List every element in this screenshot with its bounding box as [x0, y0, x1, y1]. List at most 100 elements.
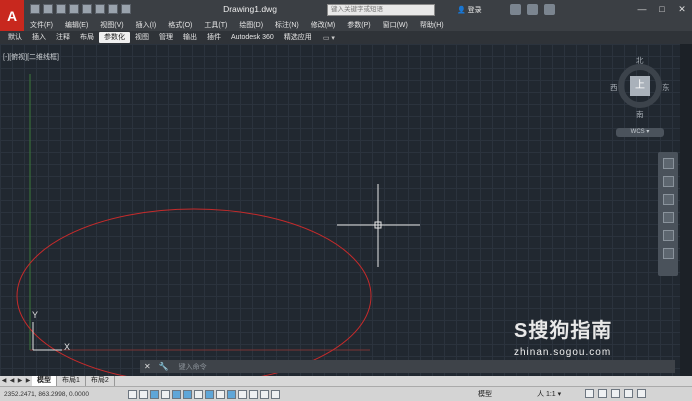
3d-object-snap-icon[interactable] — [194, 389, 203, 399]
viewcube[interactable]: 北 南 西 东 上 — [610, 54, 670, 119]
drafting-toggles — [128, 389, 280, 399]
last-tab-icon[interactable]: ▶ — [24, 377, 32, 385]
compass-east[interactable]: 东 — [662, 82, 670, 93]
ortho-mode-icon[interactable] — [161, 389, 170, 399]
tab-autodesk-360[interactable]: Autodesk 360 — [226, 32, 279, 43]
compass-north[interactable]: 北 — [636, 55, 644, 66]
tab-addins[interactable]: 插件 — [202, 32, 226, 43]
annotation-scale[interactable]: 人 1:1 ▾ — [537, 389, 561, 399]
transparency-icon[interactable] — [249, 389, 258, 399]
nav-bar-menu-icon[interactable] — [662, 248, 674, 259]
prev-tab-icon[interactable]: ◀ — [8, 377, 16, 385]
tab-parametric[interactable]: 参数化 — [99, 32, 130, 43]
dynamic-input-icon[interactable] — [227, 389, 236, 399]
infer-constraints-icon[interactable] — [128, 389, 137, 399]
menu-draw[interactable]: 绘图(D) — [233, 20, 269, 31]
tab-layout1[interactable]: 布局1 — [57, 376, 86, 386]
drawing-canvas[interactable]: [-][俯视][二维线框] Y X 北 南 西 东 上 WCS ▾ S搜狗指南 … — [0, 44, 692, 376]
title-toolbar — [510, 4, 555, 15]
ucs-x-label: X — [64, 342, 71, 352]
pan-icon[interactable] — [662, 176, 674, 187]
compass-south[interactable]: 南 — [636, 109, 644, 120]
save-as-icon[interactable] — [69, 4, 79, 14]
lock-icon[interactable] — [598, 389, 607, 398]
object-snap-icon[interactable] — [183, 389, 192, 399]
autocad-window: Drawing1.dwg 键入关键字或短语 👤 登录 — □ ✕ A 文件(F)… — [0, 0, 692, 401]
menu-file[interactable]: 文件(F) — [24, 20, 59, 31]
qat-more-icon[interactable] — [121, 4, 131, 14]
snap-mode-icon[interactable] — [139, 389, 148, 399]
selection-cycling-icon[interactable] — [271, 389, 280, 399]
search-input[interactable]: 键入关键字或短语 — [327, 4, 435, 16]
compass-west[interactable]: 西 — [610, 82, 618, 93]
menu-view[interactable]: 视图(V) — [94, 20, 129, 31]
user-icon: 👤 — [457, 7, 468, 14]
zoom-icon[interactable] — [662, 194, 674, 205]
steering-wheel-icon[interactable] — [662, 158, 674, 169]
model-space-button[interactable]: 模型 — [478, 389, 492, 399]
undo-icon[interactable] — [95, 4, 105, 14]
menu-window[interactable]: 窗口(W) — [377, 20, 414, 31]
menu-tools[interactable]: 工具(T) — [198, 20, 233, 31]
menu-dimension[interactable]: 标注(N) — [269, 20, 305, 31]
tab-output[interactable]: 输出 — [178, 32, 202, 43]
menu-edit[interactable]: 编辑(E) — [59, 20, 94, 31]
menu-insert[interactable]: 插入(I) — [130, 20, 163, 31]
coordinates-readout[interactable]: 2352.2471, 863.2998, 0.0000 — [0, 391, 128, 398]
tab-layout[interactable]: 布局 — [75, 32, 99, 43]
save-icon[interactable] — [56, 4, 66, 14]
menu-help[interactable]: 帮助(H) — [414, 20, 450, 31]
document-title: Drawing1.dwg — [223, 4, 277, 14]
menu-parametric[interactable]: 参数(P) — [341, 20, 376, 31]
close-button[interactable]: ✕ — [672, 0, 692, 18]
object-snap-tracking-icon[interactable] — [205, 389, 214, 399]
menu-format[interactable]: 格式(O) — [162, 20, 198, 31]
customize-command-icon[interactable]: 🔧 — [155, 362, 173, 371]
orbit-icon[interactable] — [662, 212, 674, 223]
close-command-icon[interactable]: ✕ — [140, 362, 155, 371]
quick-properties-icon[interactable] — [260, 389, 269, 399]
tab-default[interactable]: 默认 — [3, 32, 27, 43]
tab-view[interactable]: 视图 — [130, 32, 154, 43]
showmotion-icon[interactable] — [662, 230, 674, 241]
grid-display-icon[interactable] — [150, 389, 159, 399]
viewcube-top-face[interactable]: 上 — [630, 76, 650, 96]
dynamic-ucs-icon[interactable] — [216, 389, 225, 399]
application-menu-button[interactable]: A — [0, 0, 24, 31]
tab-model[interactable]: 模型 — [32, 376, 57, 386]
menu-bar: 文件(F) 编辑(E) 视图(V) 插入(I) 格式(O) 工具(T) 绘图(D… — [24, 20, 692, 31]
login-button[interactable]: 👤 登录 — [457, 5, 482, 15]
status-tray — [585, 389, 646, 398]
lineweight-icon[interactable] — [238, 389, 247, 399]
command-input[interactable]: 键入命令 — [173, 362, 207, 372]
ellipse-shape[interactable] — [16, 208, 372, 376]
new-file-icon[interactable] — [30, 4, 40, 14]
tab-manage[interactable]: 管理 — [154, 32, 178, 43]
print-icon[interactable] — [82, 4, 92, 14]
clean-screen-icon[interactable] — [637, 389, 646, 398]
ribbon-options-dropdown[interactable]: ▭ ▾ — [317, 34, 341, 42]
quick-access-toolbar — [30, 4, 131, 14]
exchange-icon[interactable] — [510, 4, 521, 15]
wcs-dropdown[interactable]: WCS ▾ — [616, 128, 664, 137]
help-icon[interactable] — [544, 4, 555, 15]
first-tab-icon[interactable]: ◀ — [0, 377, 8, 385]
isolate-objects-icon[interactable] — [624, 389, 633, 398]
minimize-button[interactable]: — — [632, 0, 652, 18]
next-tab-icon[interactable]: ▶ — [16, 377, 24, 385]
tab-annotate[interactable]: 注释 — [51, 32, 75, 43]
layout-tabs: ◀ ◀ ▶ ▶ 模型 布局1 布局2 — [0, 376, 692, 386]
workspace-icon[interactable] — [585, 389, 594, 398]
menu-modify[interactable]: 修改(M) — [305, 20, 342, 31]
open-file-icon[interactable] — [43, 4, 53, 14]
tab-layout2[interactable]: 布局2 — [86, 376, 115, 386]
redo-icon[interactable] — [108, 4, 118, 14]
tab-insert[interactable]: 插入 — [27, 32, 51, 43]
maximize-button[interactable]: □ — [652, 0, 672, 18]
tab-featured-apps[interactable]: 精选应用 — [279, 32, 317, 43]
sogou-guide-logo: S搜狗指南 — [514, 320, 613, 342]
hardware-acceleration-icon[interactable] — [611, 389, 620, 398]
polar-tracking-icon[interactable] — [172, 389, 181, 399]
autodesk-a360-icon[interactable] — [527, 4, 538, 15]
vertical-scrollbar[interactable] — [680, 44, 692, 376]
